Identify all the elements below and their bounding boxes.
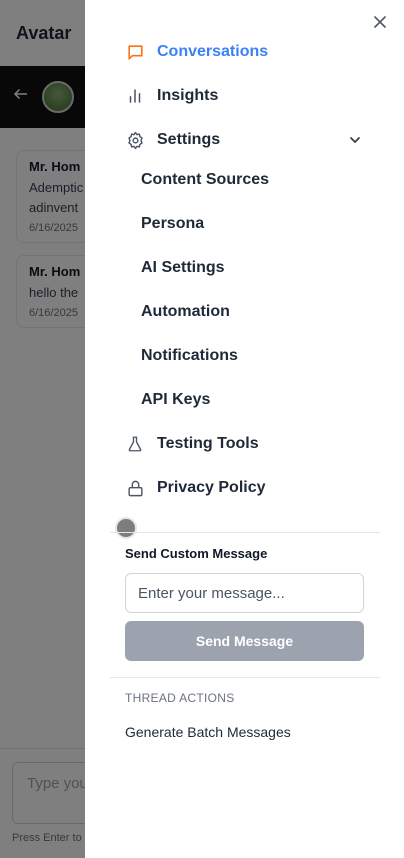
nav-label: Settings — [157, 131, 221, 148]
settings-item-api-keys[interactable]: API Keys — [141, 385, 210, 415]
chevron-down-icon[interactable] — [345, 130, 365, 150]
settings-item-ai-settings[interactable]: AI Settings — [141, 253, 225, 283]
close-button[interactable] — [370, 14, 390, 34]
chat-bubble-icon — [125, 42, 145, 62]
nav-label: Conversations — [157, 43, 269, 60]
thread-actions-title: THREAD ACTIONS — [125, 691, 235, 705]
settings-item-persona[interactable]: Persona — [141, 209, 204, 239]
lock-icon — [125, 478, 145, 498]
divider — [110, 677, 380, 678]
flask-icon — [125, 434, 145, 454]
nav-label: Testing Tools — [157, 435, 259, 452]
generate-batch-messages-button[interactable]: Generate Batch Messages — [125, 724, 291, 740]
resize-handle[interactable] — [115, 517, 137, 539]
navigation-drawer: Conversations Insights Settings Content … — [85, 0, 404, 858]
settings-item-automation[interactable]: Automation — [141, 297, 230, 327]
nav-item-settings[interactable]: Settings — [125, 125, 365, 155]
send-message-button[interactable]: Send Message — [125, 621, 364, 661]
gear-icon — [125, 130, 145, 150]
nav-item-testing-tools[interactable]: Testing Tools — [125, 429, 365, 459]
nav-label: Privacy Policy — [157, 479, 266, 496]
nav-item-privacy-policy[interactable]: Privacy Policy — [125, 473, 365, 503]
divider — [110, 532, 380, 533]
nav-label: Insights — [157, 87, 219, 104]
nav-item-insights[interactable]: Insights — [125, 81, 365, 111]
close-icon — [373, 15, 387, 34]
custom-message-input[interactable] — [125, 573, 364, 613]
settings-item-content-sources[interactable]: Content Sources — [141, 165, 269, 195]
nav-item-conversations[interactable]: Conversations — [125, 37, 365, 67]
bar-chart-icon — [125, 86, 145, 106]
settings-item-notifications[interactable]: Notifications — [141, 341, 238, 371]
custom-message-title: Send Custom Message — [125, 546, 268, 561]
